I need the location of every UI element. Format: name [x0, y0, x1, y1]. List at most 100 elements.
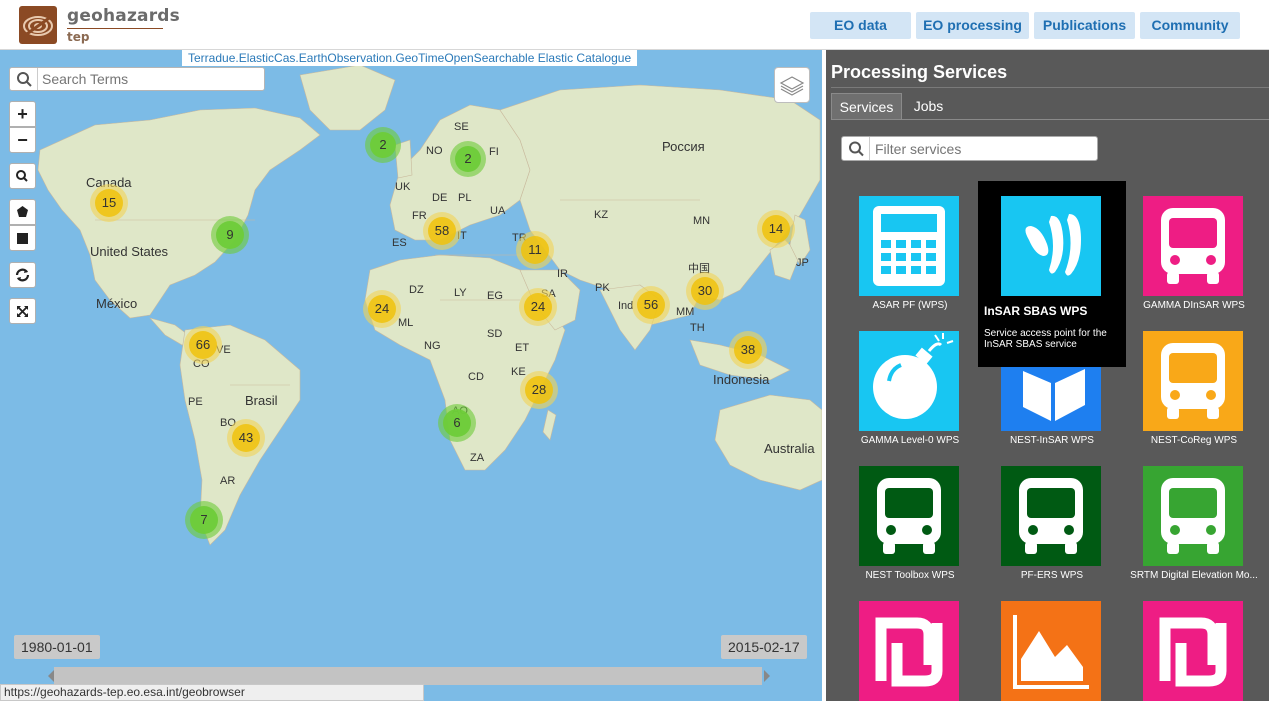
bus-icon	[1143, 466, 1243, 566]
map-label: Ind	[618, 300, 634, 312]
map-label: AR	[220, 475, 236, 487]
map-cluster[interactable]: 38	[729, 331, 767, 369]
map-cluster[interactable]: 24	[363, 290, 401, 328]
header: geohazards tep EO data EO processing Pub…	[0, 0, 1269, 50]
map-label: UA	[490, 205, 506, 217]
map-cluster[interactable]: 58	[423, 212, 461, 250]
tooltip-description: Service access point for the InSAR SBAS …	[984, 328, 1107, 350]
fullscreen-button[interactable]	[9, 298, 36, 324]
map-cluster[interactable]: 56	[632, 286, 670, 324]
zoom-search-button[interactable]	[9, 163, 36, 189]
nav-community[interactable]: Community	[1140, 12, 1240, 39]
map-label: KZ	[594, 209, 609, 221]
map-label: NG	[424, 340, 441, 352]
nav-eo-data[interactable]: EO data	[810, 12, 911, 39]
tab-services[interactable]: Services	[831, 93, 902, 120]
sheqel-icon	[1143, 601, 1243, 701]
search-icon	[842, 137, 870, 160]
map-label: FI	[489, 146, 499, 158]
logo[interactable]	[19, 6, 57, 44]
service-insar-sbas[interactable]: InSAR SBAS WPS Service access point for …	[978, 181, 1126, 367]
status-bar-url: https://geohazards-tep.eo.esa.int/geobro…	[0, 684, 424, 701]
end-date[interactable]: 2015-02-17	[721, 635, 807, 659]
map-label: Brasil	[245, 393, 278, 408]
map-label: NO	[426, 145, 443, 157]
sheqel-icon	[859, 601, 959, 701]
map-label: UK	[395, 181, 411, 193]
map-label: SE	[454, 121, 469, 133]
service-name: NEST Toolbox WPS	[865, 570, 955, 581]
service-name: NEST-CoReg WPS	[1150, 435, 1238, 446]
search-icon	[10, 68, 38, 90]
map-label: JP	[796, 257, 809, 269]
map-cluster[interactable]: 11	[516, 231, 554, 269]
map-label: Indonesia	[713, 372, 770, 387]
map-label: SD	[487, 328, 503, 340]
panel-title: Processing Services	[831, 62, 1008, 82]
expand-icon	[17, 306, 28, 317]
service-name: NEST-InSAR WPS	[1010, 435, 1094, 446]
zoom-out-button[interactable]: −	[9, 127, 36, 153]
bomb-icon	[859, 331, 959, 431]
nav-publications[interactable]: Publications	[1034, 12, 1135, 39]
timeline-slider[interactable]	[48, 667, 770, 685]
map[interactable]: Terradue.ElasticCas.EarthObservation.Geo…	[0, 50, 822, 701]
map-cluster[interactable]: 66	[184, 326, 222, 364]
map-label: LY	[454, 287, 467, 299]
service-name: PF-ERS WPS	[1020, 570, 1084, 581]
square-icon	[17, 233, 28, 244]
map-label: PE	[188, 396, 203, 408]
magnifier-icon	[16, 170, 28, 182]
search-input[interactable]	[42, 70, 262, 88]
service-name: ASAR PF (WPS)	[872, 300, 948, 311]
search-box[interactable]	[9, 67, 265, 91]
map-cluster[interactable]: 6	[438, 404, 476, 442]
draw-polygon-button[interactable]	[9, 199, 36, 225]
map-cluster[interactable]: 7	[185, 501, 223, 539]
map-label: PL	[458, 192, 472, 204]
map-cluster[interactable]: 30	[686, 272, 724, 310]
refresh-icon	[15, 268, 30, 282]
map-label: CD	[468, 371, 484, 383]
timeline-right-handle-icon[interactable]	[764, 670, 770, 682]
nav-eo-processing[interactable]: EO processing	[916, 12, 1029, 39]
map-label: ET	[515, 342, 530, 354]
map-label: United States	[90, 244, 169, 259]
map-label: México	[96, 296, 138, 311]
catalogue-label: Terradue.ElasticCas.EarthObservation.Geo…	[182, 50, 638, 66]
map-label: Australia	[764, 441, 815, 456]
map-cluster[interactable]: 2	[365, 127, 401, 163]
map-label: TH	[690, 322, 705, 334]
logo-title: geohazards	[67, 6, 180, 26]
map-cluster[interactable]: 24	[519, 288, 557, 326]
map-label: DE	[432, 192, 448, 204]
start-date[interactable]: 1980-01-01	[14, 635, 100, 659]
service-name: SRTM Digital Elevation Mo...	[1130, 570, 1258, 581]
map-label: ES	[392, 237, 407, 249]
map-cluster[interactable]: 2	[450, 141, 486, 177]
tooltip-title: InSAR SBAS WPS	[984, 304, 1088, 318]
layers-button[interactable]	[774, 67, 810, 103]
refresh-button[interactable]	[9, 262, 36, 288]
bus-icon	[1001, 466, 1101, 566]
tab-jobs[interactable]: Jobs	[906, 93, 951, 120]
map-cluster[interactable]: 9	[211, 216, 249, 254]
layers-icon	[779, 76, 805, 96]
filter-box[interactable]	[841, 136, 1098, 161]
map-cluster[interactable]: 14	[757, 210, 795, 248]
map-cluster[interactable]: 15	[90, 184, 128, 222]
draw-box-button[interactable]	[9, 225, 36, 251]
map-cluster[interactable]: 43	[227, 419, 265, 457]
zoom-in-button[interactable]: +	[9, 101, 36, 127]
timeline-left-handle-icon[interactable]	[48, 670, 54, 682]
map-cluster[interactable]: 28	[520, 371, 558, 409]
map-label: DZ	[409, 284, 424, 296]
logo-text: geohazards tep	[67, 6, 180, 44]
map-label: ZA	[470, 452, 485, 464]
area-chart-icon	[1001, 601, 1101, 701]
service-name: GAMMA DInSAR WPS	[1143, 300, 1245, 311]
map-label: EG	[487, 290, 503, 302]
map-label: PK	[595, 282, 610, 294]
filter-input[interactable]	[875, 140, 1093, 158]
logo-subtitle: tep	[67, 30, 90, 44]
